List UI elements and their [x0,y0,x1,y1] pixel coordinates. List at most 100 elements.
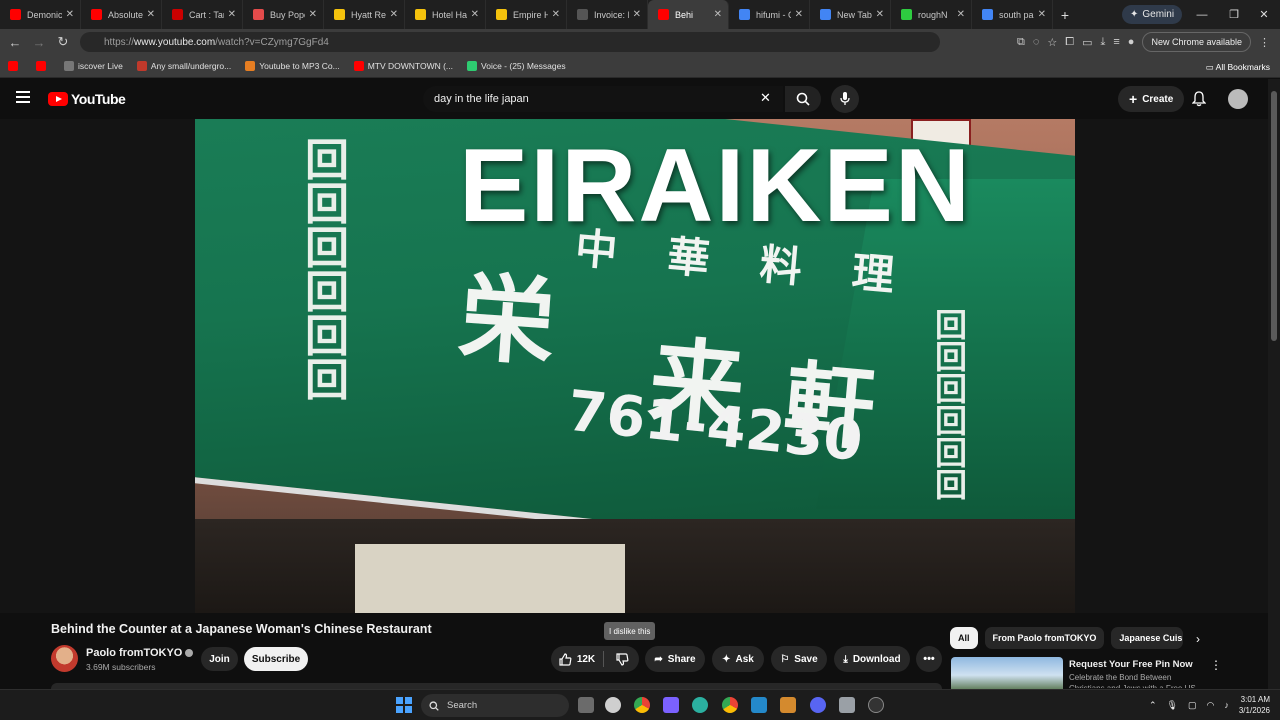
save-button[interactable]: ⚐ Save [771,646,827,672]
app-icon[interactable] [780,697,796,713]
page-scrollbar[interactable] [1268,79,1280,689]
browser-tab[interactable]: hifumi - C ✕ [729,0,810,29]
tab-close-icon[interactable]: ✕ [876,9,884,20]
close-window-button[interactable]: ✕ [1248,0,1280,29]
tab-close-icon[interactable]: ✕ [1038,9,1046,20]
chevron-right-icon[interactable]: › [1196,632,1200,646]
tab-close-icon[interactable]: ✕ [714,9,722,20]
reload-icon[interactable]: ↻ [51,34,75,50]
tab-close-icon[interactable]: ✕ [147,9,155,20]
subscribe-button[interactable]: Subscribe [244,647,308,671]
browser-tab[interactable]: Invoice: I ✕ [567,0,648,29]
ad-title[interactable]: Request Your Free Pin Now [1069,659,1193,670]
sidepanel-icon[interactable]: ▭ [1082,36,1092,49]
bookmark-item[interactable] [36,61,50,71]
browser-tab[interactable]: Hyatt Re ✕ [324,0,405,29]
browser-tab[interactable]: south pa ✕ [972,0,1053,29]
all-bookmarks[interactable]: ▭ All Bookmarks [1206,62,1270,73]
calculator-icon[interactable] [839,697,855,713]
chip-japanese-cuisine[interactable]: Japanese Cuisine [1111,627,1184,649]
edge-icon[interactable] [692,697,708,713]
new-tab-button[interactable]: + [1053,7,1077,23]
browser-tab[interactable]: Empire H ✕ [486,0,567,29]
tab-close-icon[interactable]: ✕ [552,9,560,20]
volume-icon[interactable]: ♪ [1224,700,1229,710]
reading-list-icon[interactable]: ≡ [1113,36,1119,48]
tab-close-icon[interactable]: ✕ [633,9,641,20]
browser-tab[interactable]: New Tab ✕ [810,0,891,29]
chip-from-channel[interactable]: From Paolo fromTOKYO [984,627,1105,649]
like-button[interactable]: 12K [551,646,603,672]
tab-close-icon[interactable]: ✕ [309,9,317,20]
notifications-bell-icon[interactable] [1191,91,1207,112]
settings-gear-icon[interactable] [868,697,884,713]
search-button[interactable] [785,86,821,112]
task-view-icon[interactable] [578,697,594,713]
download-button[interactable]: ⤓ Download [834,646,910,672]
tab-close-icon[interactable]: ✕ [957,9,965,20]
copilot-icon[interactable] [663,697,679,713]
maximize-button[interactable]: ❐ [1218,0,1250,29]
vscode-icon[interactable] [751,697,767,713]
channel-name[interactable]: Paolo fromTOKYO [86,647,194,659]
more-actions-icon[interactable]: ••• [916,646,942,672]
tray-app-icon[interactable]: ▢ [1188,700,1197,711]
taskbar-search[interactable]: Search [421,694,569,717]
ad-thumbnail[interactable] [951,657,1063,690]
menu-icon[interactable] [16,91,30,106]
browser-tab[interactable]: Cart : Tar ✕ [162,0,243,29]
address-bar[interactable]: https://www.youtube.com/watch?v=CZymg7Gg… [80,32,940,52]
browser-tab[interactable]: Buy Popc ✕ [243,0,324,29]
tab-close-icon[interactable]: ✕ [471,9,479,20]
browser-tab[interactable]: Behi ✕ [648,0,729,29]
bookmark-item[interactable]: Voice - (25) Messages [467,61,566,71]
tab-close-icon[interactable]: ✕ [390,9,398,20]
channel-avatar[interactable] [51,645,78,672]
wifi-icon[interactable]: ◠ [1207,700,1215,711]
scroll-thumb[interactable] [1271,91,1277,341]
tab-close-icon[interactable]: ✕ [66,9,74,20]
install-icon[interactable]: ⧉ [1017,36,1025,49]
clear-search-icon[interactable]: ✕ [760,90,771,106]
browser-tab[interactable]: roughN ✕ [891,0,972,29]
chrome-icon[interactable] [634,697,650,713]
account-avatar[interactable] [1228,89,1248,109]
video-player[interactable]: 回回回回回回 回回回回回回 中 華 料 理 栄 来 軒 761-4230 EIR… [0,119,1268,613]
bookmark-item[interactable]: Any small/undergro... [136,61,231,71]
extensions-icon[interactable]: ⧠ [1065,36,1074,49]
gemini-button[interactable]: ✦ Gemini [1122,5,1183,24]
bookmark-item[interactable]: iscover Live [64,61,123,71]
discord-icon[interactable] [810,697,826,713]
tab-close-icon[interactable]: ✕ [795,9,803,20]
create-button[interactable]: + Create [1118,86,1185,112]
youtube-logo[interactable]: YouTube [48,91,126,107]
ad-menu-icon[interactable]: ⋮ [1210,658,1222,672]
voice-search-button[interactable] [831,85,859,113]
clock-app-icon[interactable] [605,697,621,713]
windows-start-icon[interactable] [396,697,412,713]
tray-mic-icon[interactable]: 🎙︎ [1167,700,1178,711]
clock[interactable]: 3:01 AM 3/1/2026 [1239,694,1270,716]
download-icon[interactable]: ⤓ [1101,36,1106,49]
browser-tab[interactable]: Absolute ✕ [81,0,162,29]
chrome-menu-icon[interactable]: ⋮ [1259,36,1270,49]
search-input[interactable]: day in the life japan [423,86,783,112]
profile-avatar-icon[interactable]: ● [1128,36,1135,48]
eye-off-icon[interactable]: ◌ [1033,36,1040,48]
browser-tab[interactable]: Demonic ✕ [0,0,81,29]
new-chrome-available-button[interactable]: New Chrome available [1142,32,1251,52]
dislike-button[interactable] [607,646,637,672]
share-button[interactable]: ➦ Share [645,646,705,672]
forward-icon[interactable]: → [27,35,51,50]
back-icon[interactable]: ← [3,35,27,50]
bookmark-item[interactable]: MTV DOWNTOWN (... [353,61,453,71]
minimize-button[interactable]: — [1186,0,1218,29]
bookmark-item[interactable] [8,61,22,71]
join-button[interactable]: Join [201,647,238,671]
ask-button[interactable]: ✦ Ask [712,646,764,672]
chip-all[interactable]: All [950,627,978,649]
browser-tab[interactable]: Hotel Ha ✕ [405,0,486,29]
bookmark-star-icon[interactable]: ☆ [1047,36,1057,49]
chrome-active-icon[interactable] [722,697,738,713]
chevron-up-icon[interactable]: ⌃ [1149,700,1157,711]
